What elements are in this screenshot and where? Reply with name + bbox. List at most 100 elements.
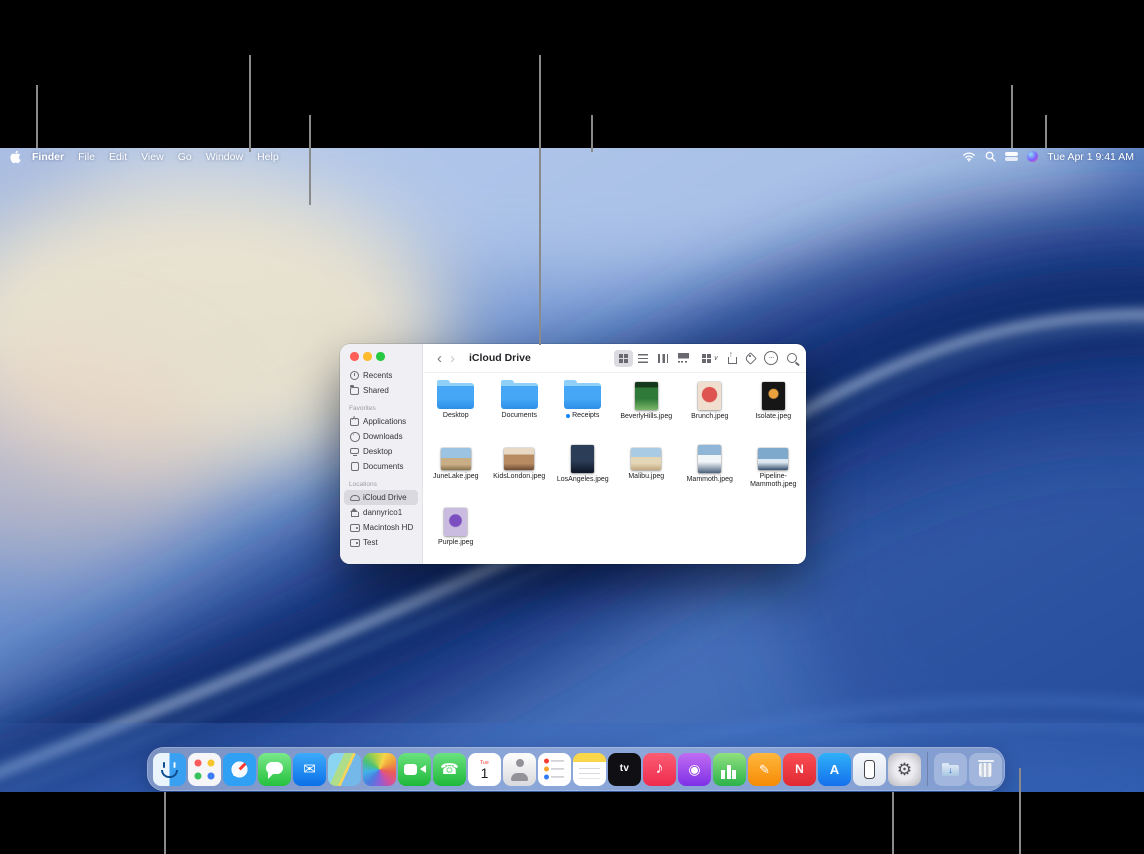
callout-line-trash bbox=[1019, 768, 1021, 854]
spotlight-search-icon[interactable] bbox=[985, 151, 996, 162]
file-beverlyhills[interactable]: BeverlyHills.jpeg bbox=[615, 378, 679, 441]
minimize-window-button[interactable] bbox=[363, 352, 372, 361]
app-store-dock-icon[interactable]: A bbox=[818, 753, 851, 786]
system-settings-dock-icon[interactable]: ⚙ bbox=[888, 753, 921, 786]
file-brunch[interactable]: Brunch.jpeg bbox=[678, 378, 742, 441]
messages-dock-icon[interactable] bbox=[258, 753, 291, 786]
grid-view-icon bbox=[619, 354, 628, 363]
gallery-view-button[interactable] bbox=[674, 350, 693, 367]
callout-line-status-menus bbox=[1011, 85, 1013, 148]
file-purple[interactable]: Purple.jpeg bbox=[424, 504, 488, 564]
menu-bar-clock[interactable]: Tue Apr 1 9:41 AM bbox=[1047, 151, 1134, 163]
launchpad-dock-icon[interactable] bbox=[188, 753, 221, 786]
menu-edit[interactable]: Edit bbox=[102, 151, 134, 163]
file-mammoth[interactable]: Mammoth.jpeg bbox=[678, 441, 742, 504]
file-losangeles[interactable]: LosAngeles.jpeg bbox=[551, 441, 615, 504]
apple-tv-dock-icon[interactable]: tv bbox=[608, 753, 641, 786]
sidebar-item-desktop[interactable]: Desktop bbox=[344, 444, 418, 459]
finder-sidebar: Recents Shared Favorites Applications Do… bbox=[340, 344, 423, 564]
menu-window[interactable]: Window bbox=[199, 151, 250, 163]
podcasts-dock-icon[interactable]: ◉ bbox=[678, 753, 711, 786]
file-documents-folder[interactable]: Documents bbox=[488, 378, 552, 441]
menu-bar: Finder File Edit View Go Window Help bbox=[0, 148, 1144, 165]
calendar-dock-icon[interactable]: Tue 1 bbox=[468, 753, 501, 786]
file-kidslondon[interactable]: KidsLondon.jpeg bbox=[488, 441, 552, 504]
trash-dock-icon[interactable] bbox=[969, 753, 1002, 786]
sidebar-item-icloud-drive[interactable]: iCloud Drive bbox=[344, 490, 418, 505]
image-thumbnail bbox=[444, 508, 467, 536]
forward-button[interactable]: › bbox=[446, 351, 459, 366]
file-pipeline-mammoth[interactable]: Pipeline-Mammoth.jpeg bbox=[742, 441, 806, 504]
file-isolate[interactable]: Isolate.jpeg bbox=[742, 378, 806, 441]
file-receipts-folder[interactable]: Receipts bbox=[551, 378, 615, 441]
phone-dock-icon[interactable]: ☎ bbox=[433, 753, 466, 786]
sidebar-item-test[interactable]: Test bbox=[344, 535, 418, 550]
mail-dock-icon[interactable]: ✉ bbox=[293, 753, 326, 786]
menu-help[interactable]: Help bbox=[250, 151, 286, 163]
clock-icon bbox=[349, 371, 360, 381]
back-button[interactable]: ‹ bbox=[433, 351, 446, 366]
download-arrow-icon: ↓ bbox=[934, 766, 967, 775]
apple-logo-icon bbox=[10, 150, 21, 164]
finder-dock-icon[interactable] bbox=[153, 753, 186, 786]
zoom-window-button[interactable] bbox=[376, 352, 385, 361]
column-view-button[interactable] bbox=[654, 350, 673, 367]
news-dock-icon[interactable]: N bbox=[783, 753, 816, 786]
callout-line-desktop bbox=[309, 115, 311, 205]
tags-button[interactable] bbox=[745, 353, 755, 363]
pages-dock-icon[interactable]: ✎ bbox=[748, 753, 781, 786]
callout-line-dock-finder bbox=[164, 792, 166, 854]
group-by-button[interactable]: ∨ bbox=[702, 354, 718, 363]
more-options-button[interactable] bbox=[764, 351, 778, 365]
calendar-date-label: 1 bbox=[481, 766, 489, 781]
maps-dock-icon[interactable] bbox=[328, 753, 361, 786]
ellipsis-icon bbox=[764, 351, 778, 365]
sidebar-item-recents[interactable]: Recents bbox=[344, 368, 418, 383]
file-malibu[interactable]: Malibu.jpeg bbox=[615, 441, 679, 504]
callout-line-control-center bbox=[1045, 115, 1047, 148]
sidebar-item-macintosh-hd[interactable]: Macintosh HD bbox=[344, 520, 418, 535]
wifi-icon[interactable] bbox=[962, 151, 976, 162]
dock: ✉ ☎ Tue 1 tv ♪ ◉ ✎ N A ⚙ ↓ bbox=[147, 747, 1005, 791]
hard-disk-icon bbox=[349, 523, 360, 533]
share-icon bbox=[727, 352, 736, 364]
share-button[interactable] bbox=[727, 352, 736, 364]
list-view-button[interactable] bbox=[634, 350, 653, 367]
image-thumbnail bbox=[441, 448, 471, 470]
facetime-dock-icon[interactable] bbox=[398, 753, 431, 786]
reminders-dock-icon[interactable] bbox=[538, 753, 571, 786]
numbers-dock-icon[interactable] bbox=[713, 753, 746, 786]
apple-menu[interactable] bbox=[10, 150, 25, 164]
sidebar-item-shared[interactable]: Shared bbox=[344, 383, 418, 398]
sidebar-section-header: Locations bbox=[349, 481, 422, 488]
photos-dock-icon[interactable] bbox=[363, 753, 396, 786]
contacts-dock-icon[interactable] bbox=[503, 753, 536, 786]
search-button[interactable] bbox=[787, 353, 797, 363]
sidebar-item-documents[interactable]: Documents bbox=[344, 459, 418, 474]
folder-icon bbox=[564, 383, 601, 409]
close-window-button[interactable] bbox=[350, 352, 359, 361]
file-label: Purple.jpeg bbox=[438, 539, 473, 547]
menu-finder[interactable]: Finder bbox=[25, 151, 71, 163]
sidebar-item-downloads[interactable]: Downloads bbox=[344, 429, 418, 444]
downloads-dock-icon[interactable]: ↓ bbox=[934, 753, 967, 786]
menu-view[interactable]: View bbox=[134, 151, 171, 163]
safari-dock-icon[interactable] bbox=[223, 753, 256, 786]
siri-icon[interactable] bbox=[1027, 151, 1038, 162]
menu-go[interactable]: Go bbox=[171, 151, 199, 163]
sidebar-item-label: Shared bbox=[363, 386, 389, 395]
file-junelake[interactable]: JuneLake.jpeg bbox=[424, 441, 488, 504]
file-desktop-folder[interactable]: Desktop bbox=[424, 378, 488, 441]
sidebar-item-applications[interactable]: Applications bbox=[344, 414, 418, 429]
sidebar-item-label: dannyrico1 bbox=[363, 508, 402, 517]
notes-dock-icon[interactable] bbox=[573, 753, 606, 786]
image-thumbnail bbox=[504, 448, 534, 470]
gallery-view-icon bbox=[678, 353, 689, 363]
control-center-icon[interactable] bbox=[1005, 152, 1018, 161]
music-dock-icon[interactable]: ♪ bbox=[643, 753, 676, 786]
iphone-mirroring-dock-icon[interactable] bbox=[853, 753, 886, 786]
menu-file[interactable]: File bbox=[71, 151, 102, 163]
search-icon bbox=[787, 353, 797, 363]
icon-view-button[interactable] bbox=[614, 350, 633, 367]
sidebar-item-home[interactable]: dannyrico1 bbox=[344, 505, 418, 520]
